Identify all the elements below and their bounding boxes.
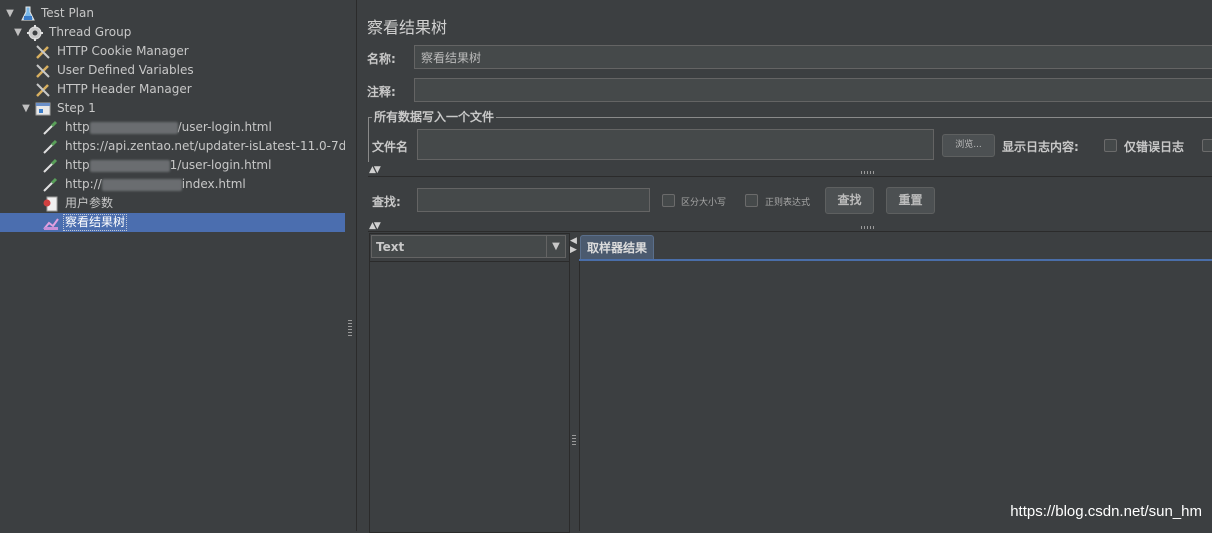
tree-node-test-plan[interactable]: ▼ Test Plan	[0, 4, 345, 23]
sample-result-list[interactable]	[370, 261, 569, 533]
url-suffix: /user-login.html	[177, 120, 272, 134]
collapse-arrows-icon[interactable]: ◀ ▶	[570, 237, 577, 255]
renderer-select[interactable]: Text ▼	[371, 235, 566, 258]
tree-node-user-defined-variables[interactable]: User Defined Variables	[0, 61, 345, 80]
sample-result-list-pane: Text ▼	[369, 233, 570, 533]
wrench-icon	[35, 82, 51, 98]
tree-node-label: Step 1	[57, 101, 96, 115]
filename-label: 文件名	[372, 140, 409, 154]
watermark: https://blog.csdn.net/sun_hm	[1010, 503, 1202, 520]
splitter-grip-icon[interactable]	[572, 435, 576, 447]
tree-node-http-sampler[interactable]: http 1/user-login.html	[0, 156, 345, 175]
gear-icon	[27, 25, 43, 41]
result-detail-pane: 取样器结果	[579, 233, 1212, 531]
tree-node-http-sampler[interactable]: http:// index.html	[0, 175, 345, 194]
wrench-icon	[35, 44, 51, 60]
preprocessor-icon	[43, 196, 59, 212]
case-sensitive-label: 区分大小写	[681, 198, 727, 208]
comment-label: 注释:	[367, 85, 396, 99]
main-splitter[interactable]	[345, 0, 355, 531]
divider	[368, 176, 1212, 177]
url-suffix: 1/user-login.html	[169, 158, 272, 172]
regex-checkbox[interactable]	[745, 194, 758, 207]
expand-arrow-icon[interactable]: ▼	[4, 4, 16, 23]
url-prefix: http	[65, 158, 90, 172]
tree-node-header-manager[interactable]: HTTP Header Manager	[0, 80, 345, 99]
sampler-pipette-icon	[42, 139, 58, 155]
wrench-icon	[35, 63, 51, 79]
expand-arrow-icon[interactable]: ▼	[20, 99, 32, 118]
errors-only-checkbox[interactable]	[1104, 139, 1117, 152]
tree-node-label: Thread Group	[49, 25, 132, 39]
controller-icon	[35, 101, 51, 117]
tree-node-view-results-tree[interactable]: 察看结果树	[0, 213, 345, 232]
test-plan-tree[interactable]: ▼ Test Plan ▼ Thread Group HTTP Cookie M…	[0, 0, 346, 531]
tree-node-cookie-manager[interactable]: HTTP Cookie Manager	[0, 42, 345, 61]
divider-grip-icon[interactable]	[861, 171, 875, 174]
sampler-pipette-icon	[42, 177, 58, 193]
successes-only-checkbox[interactable]	[1202, 139, 1212, 152]
search-label: 查找:	[372, 195, 401, 209]
write-to-file-group-title: 所有数据写入一个文件	[372, 108, 497, 125]
redacted-block	[89, 121, 178, 134]
tree-node-label: HTTP Cookie Manager	[57, 44, 189, 58]
tree-node-http-sampler[interactable]: https://api.zentao.net/updater-isLatest-…	[0, 137, 345, 156]
log-content-label: 显示日志内容:	[1002, 140, 1079, 154]
renderer-select-value: Text	[376, 240, 405, 254]
sampler-pipette-icon	[42, 158, 58, 174]
url-suffix: index.html	[181, 177, 246, 191]
redacted-block	[89, 159, 170, 172]
errors-only-label: 仅错误日志	[1124, 140, 1185, 154]
tree-node-label: User Defined Variables	[57, 63, 194, 77]
chevron-down-icon[interactable]: ▼	[546, 236, 565, 257]
listener-icon	[43, 215, 59, 231]
browse-button[interactable]: 浏览...	[942, 134, 995, 157]
sampler-pipette-icon	[42, 120, 58, 136]
url-prefix: http	[65, 120, 90, 134]
tree-node-thread-group[interactable]: ▼ Thread Group	[0, 23, 345, 42]
test-plan-icon	[20, 6, 36, 22]
collapse-arrows-icon[interactable]: ▲▼	[369, 165, 381, 175]
panel-title: 察看结果树	[367, 18, 448, 37]
splitter-grip-icon[interactable]	[348, 320, 352, 338]
tree-node-label: 用户参数	[65, 196, 114, 210]
results-splitter[interactable]: ◀ ▶	[569, 233, 579, 531]
url-prefix: http://	[65, 177, 102, 191]
tree-node-label: 察看结果树	[63, 214, 128, 231]
tree-node-user-parameters[interactable]: 用户参数	[0, 194, 345, 213]
divider-grip-icon[interactable]	[861, 226, 875, 229]
divider	[368, 231, 1212, 232]
reset-button[interactable]: 重置	[886, 187, 935, 214]
tree-node-http-sampler[interactable]: http/user-login.html	[0, 118, 345, 137]
comment-input[interactable]	[414, 78, 1212, 102]
view-results-tree-panel: 察看结果树 名称: 注释: 所有数据写入一个文件 文件名 浏览... 显示日志内…	[356, 0, 1212, 533]
collapse-arrows-icon[interactable]: ▲▼	[369, 221, 381, 231]
sampler-result-content	[579, 261, 1212, 531]
filename-input[interactable]	[417, 129, 934, 160]
name-label: 名称:	[367, 52, 396, 66]
expand-arrow-icon[interactable]: ▼	[12, 23, 24, 42]
regex-label: 正则表达式	[765, 198, 811, 208]
name-input[interactable]	[414, 45, 1212, 69]
case-sensitive-checkbox[interactable]	[662, 194, 675, 207]
redacted-block	[101, 178, 182, 191]
tree-node-step-1[interactable]: ▼ Step 1	[0, 99, 345, 118]
find-button[interactable]: 查找	[825, 187, 874, 214]
tree-node-label: HTTP Header Manager	[57, 82, 192, 96]
tree-node-label: Test Plan	[41, 6, 94, 20]
tab-sampler-result[interactable]: 取样器结果	[580, 235, 655, 260]
url-prefix: https://api.zentao.net/updater-isLatest-…	[65, 139, 345, 153]
search-input[interactable]	[417, 188, 650, 212]
